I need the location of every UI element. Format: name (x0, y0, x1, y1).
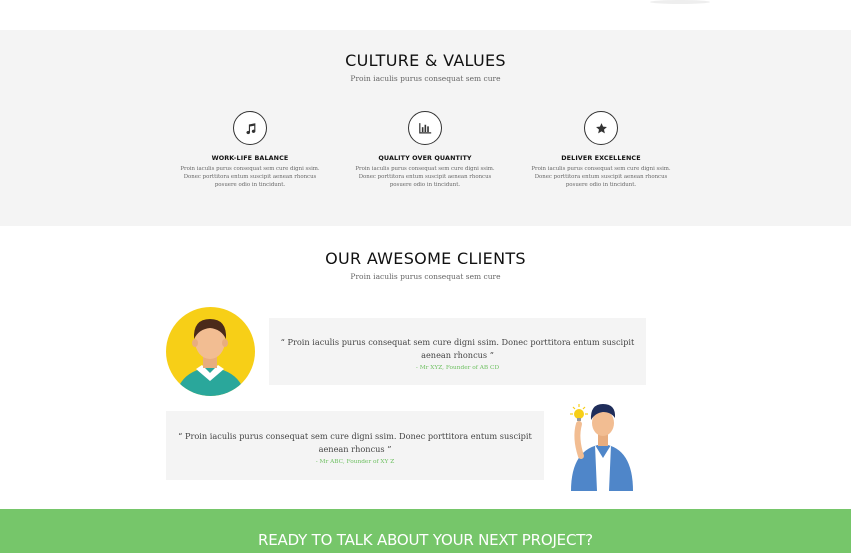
testimonial-author: - Mr ABC, Founder of XY Z (315, 459, 395, 465)
client-avatar-idea-man (565, 398, 637, 491)
cta-banner: READY TO TALK ABOUT YOUR NEXT PROJECT? (0, 509, 851, 553)
value-item-quality: QUALITY OVER QUANTITY Proin iaculis puru… (345, 111, 505, 189)
top-section-edge (0, 0, 851, 30)
value-item-work-life: WORK-LIFE BALANCE Proin iaculis purus co… (170, 111, 330, 189)
culture-section-subtitle: Proin iaculis purus consequat sem cure (350, 74, 501, 83)
star-icon (584, 111, 618, 145)
testimonial-quote: “ Proin iaculis purus consequat sem cure… (280, 337, 635, 360)
clients-section-subtitle: Proin iaculis purus consequat sem cure (350, 272, 501, 281)
value-description: Proin iaculis purus consequat sem cure d… (531, 166, 671, 188)
value-description: Proin iaculis purus consequat sem cure d… (180, 166, 320, 188)
cta-title: READY TO TALK ABOUT YOUR NEXT PROJECT? (258, 531, 593, 549)
value-description: Proin iaculis purus consequat sem cure d… (355, 166, 495, 188)
value-title: WORK-LIFE BALANCE (211, 154, 289, 162)
clients-section-title: OUR AWESOME CLIENTS (325, 249, 526, 268)
testimonial-author: - Mr XYZ, Founder of AB CD (415, 365, 500, 371)
decorative-shadow (650, 0, 710, 4)
bar-chart-icon (408, 111, 442, 145)
testimonial-card: “ Proin iaculis purus consequat sem cure… (269, 318, 646, 385)
culture-section-title: CULTURE & VALUES (345, 51, 506, 70)
value-item-excellence: DELIVER EXCELLENCE Proin iaculis purus c… (521, 111, 681, 189)
testimonial-card: “ Proin iaculis purus consequat sem cure… (166, 411, 544, 480)
client-avatar-man (166, 307, 255, 396)
value-title: DELIVER EXCELLENCE (561, 154, 641, 162)
music-note-icon (233, 111, 267, 145)
testimonial-quote: “ Proin iaculis purus consequat sem cure… (178, 431, 532, 454)
culture-values-section: CULTURE & VALUES Proin iaculis purus con… (0, 30, 851, 226)
value-title: QUALITY OVER QUANTITY (378, 154, 472, 162)
